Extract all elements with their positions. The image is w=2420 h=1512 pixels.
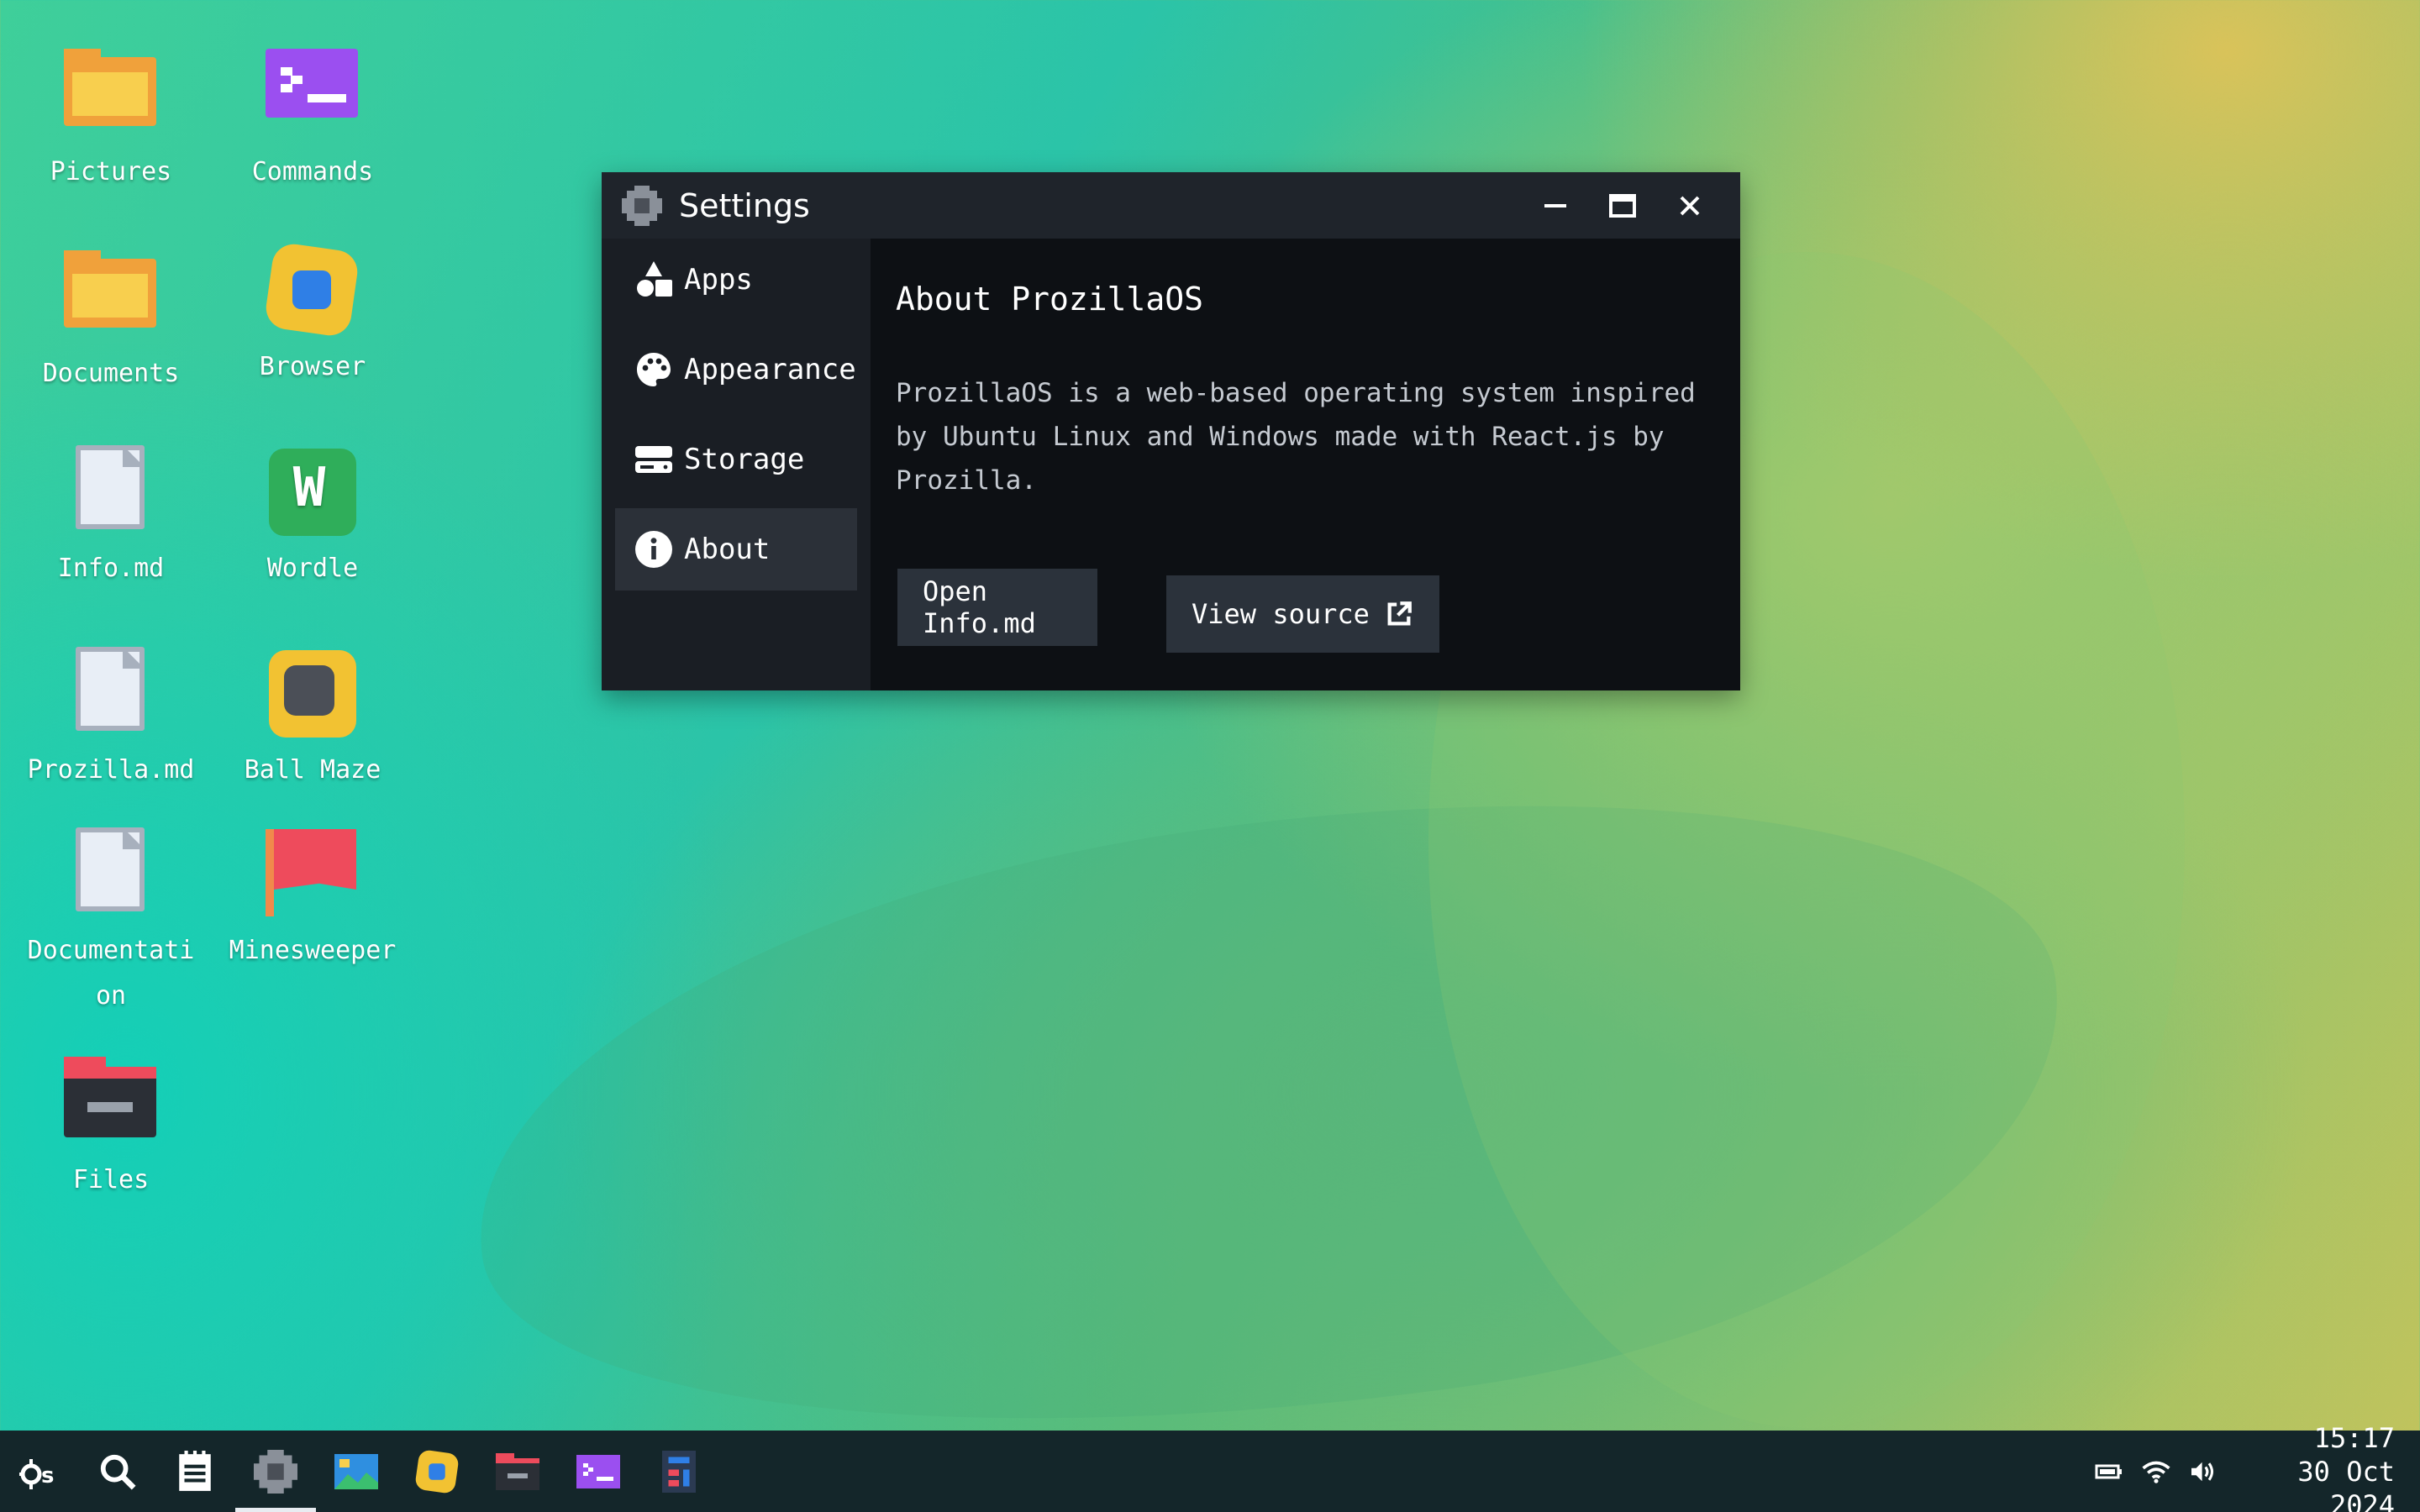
taskbar: s 15:17 30 Oct 2024 [0, 1422, 2420, 1512]
maximize-button[interactable] [1589, 172, 1656, 239]
sidebar-item-about[interactable]: About [615, 508, 857, 591]
wordle-icon: W [266, 445, 360, 539]
terminal-icon [576, 1454, 620, 1488]
desktop-icon-label: Pictures [50, 157, 172, 186]
terminal-icon [266, 49, 360, 143]
minimize-icon [1544, 203, 1566, 207]
desktop-icon-label: Browser [259, 352, 366, 381]
desktop-icon-label: Info.md [57, 554, 165, 583]
battery-icon [2095, 1464, 2122, 1478]
taskbar-text-editor-button[interactable] [155, 1431, 235, 1512]
window-title: Settings [679, 186, 810, 224]
settings-icon [254, 1449, 297, 1494]
desktop-icon-minesweeper[interactable]: Minesweeper [220, 827, 405, 974]
sidebar-item-apps[interactable]: Apps [615, 239, 857, 321]
document-icon [64, 445, 158, 539]
desktop-icon-browser[interactable]: Browser [220, 241, 405, 390]
about-panel: About ProzillaOS ProzillaOS is a web-bas… [871, 239, 1740, 690]
image-icon [334, 1453, 378, 1489]
window-titlebar[interactable]: Settings [602, 172, 1740, 239]
sidebar-item-appearance[interactable]: Appearance [615, 328, 857, 411]
logic-icon [662, 1450, 696, 1493]
sidebar-item-label: Storage [684, 443, 805, 476]
wifi-button[interactable] [2133, 1431, 2180, 1512]
close-button[interactable] [1656, 172, 1723, 239]
about-title: About ProzillaOS [896, 281, 1204, 318]
system-tray: 15:17 30 Oct 2024 [2086, 1422, 2420, 1512]
shapes-icon [634, 260, 674, 300]
sidebar-item-label: Appearance [684, 353, 856, 386]
search-icon [100, 1454, 136, 1490]
browser-icon [415, 1450, 459, 1493]
desktop-icon-label: Ball Maze [244, 755, 381, 785]
wallpaper-shape [437, 715, 2101, 1512]
sidebar-item-label: About [684, 533, 771, 566]
about-description: ProzillaOS is a web-based operating syst… [896, 378, 1696, 496]
taskbar-home-button[interactable]: s [0, 1431, 81, 1512]
desktop-icon-label: Files [72, 1165, 150, 1194]
settings-window: Settings Apps Appearance Storage About A… [602, 172, 1740, 690]
file-manager-icon [496, 1452, 539, 1490]
folder-icon [64, 250, 158, 344]
hard-drive-icon [634, 439, 674, 480]
clock-time: 15:17 [2313, 1421, 2395, 1454]
taskbar-media-viewer-button[interactable] [316, 1431, 397, 1512]
browser-icon [263, 241, 360, 339]
taskbar-terminal-button[interactable] [558, 1431, 639, 1512]
taskbar-clock[interactable]: 15:17 30 Oct 2024 [2227, 1421, 2420, 1512]
battery-button[interactable] [2086, 1431, 2133, 1512]
open-info-button[interactable]: Open Info.md [897, 569, 1097, 646]
document-icon [64, 647, 158, 741]
desktop-icon-label: Documentation [27, 936, 195, 1011]
document-icon [64, 827, 158, 921]
maximize-icon [1609, 193, 1636, 218]
file-manager-icon [64, 1057, 158, 1151]
desktop-icon-info-md[interactable]: Info.md [18, 445, 203, 591]
clock-date: 30 Oct 2024 [2297, 1455, 2395, 1512]
desktop-icon-files[interactable]: Files [18, 1057, 203, 1203]
ball-maze-icon [266, 647, 360, 741]
taskbar-search-button[interactable] [77, 1431, 158, 1512]
external-link-icon [1385, 600, 1413, 628]
taskbar-file-explorer-button[interactable] [477, 1431, 558, 1512]
taskbar-browser-button[interactable] [397, 1431, 477, 1512]
view-source-label: View source [1192, 598, 1370, 630]
desktop-icon-documentation[interactable]: Documentation [18, 827, 203, 1019]
close-icon [1680, 196, 1700, 215]
notepad-icon [179, 1450, 211, 1491]
sidebar-item-storage[interactable]: Storage [615, 418, 857, 501]
desktop-icon-label: Wordle [266, 554, 359, 583]
svg-text:s: s [41, 1463, 54, 1488]
desktop-icon-documents[interactable]: Documents [18, 250, 203, 396]
folder-icon [64, 49, 158, 143]
wifi-icon [2142, 1461, 2170, 1483]
settings-icon [622, 185, 662, 226]
settings-sidebar: Apps Appearance Storage About [602, 239, 871, 690]
flag-icon [266, 827, 360, 921]
info-icon [634, 529, 674, 570]
desktop-icon-commands[interactable]: Commands [220, 49, 405, 195]
desktop-icon-label: Minesweeper [229, 936, 397, 965]
desktop-icon-pictures[interactable]: Pictures [18, 49, 203, 195]
desktop-icon-ball-maze[interactable]: Ball Maze [220, 647, 405, 793]
desktop-icon-label: Prozilla.md [27, 755, 195, 785]
view-source-button[interactable]: View source [1166, 575, 1439, 653]
open-info-label: Open Info.md [923, 575, 1036, 639]
desktop-icon-prozilla-md[interactable]: Prozilla.md [18, 647, 203, 793]
taskbar-logic-sim-button[interactable] [639, 1431, 719, 1512]
minimize-button[interactable] [1522, 172, 1589, 239]
desktop-icon-label: Commands [251, 157, 374, 186]
desktop-icon-label: Documents [42, 359, 180, 388]
sidebar-item-label: Apps [684, 263, 753, 297]
os-logo-icon: s [18, 1451, 61, 1493]
volume-icon [2191, 1462, 2214, 1481]
taskbar-settings-button[interactable] [235, 1431, 316, 1512]
desktop-icon-wordle[interactable]: W Wordle [220, 445, 405, 591]
palette-icon [634, 349, 674, 390]
volume-button[interactable] [2180, 1431, 2227, 1512]
